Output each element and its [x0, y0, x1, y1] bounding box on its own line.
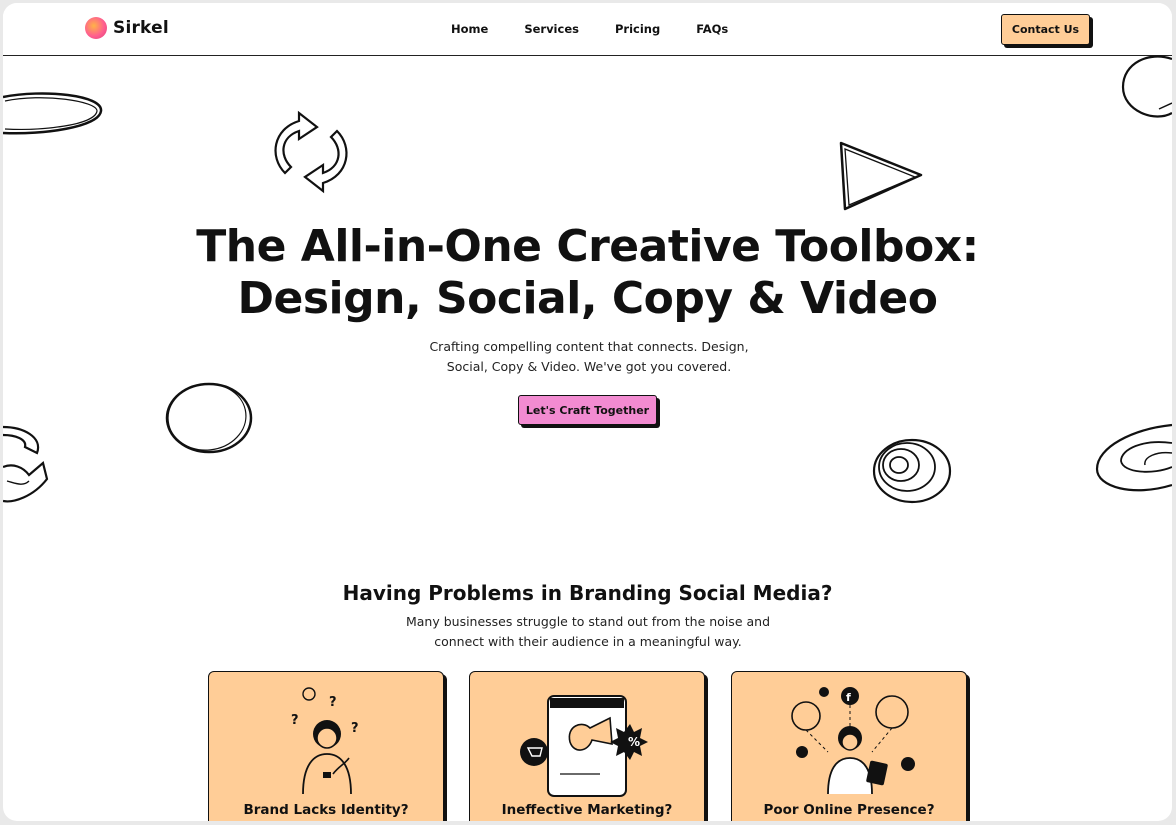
confused-person-illustration: ? ? ? [209, 682, 443, 797]
nav-pricing[interactable]: Pricing [615, 22, 660, 36]
contact-us-button[interactable]: Contact Us [1001, 14, 1090, 45]
problem-card[interactable]: f Poor Online Presence? [731, 671, 967, 821]
spiral-doodle-icon [869, 435, 955, 507]
nav-faqs[interactable]: FAQs [696, 22, 728, 36]
svg-text:?: ? [351, 721, 359, 736]
hero-title-line2: Design, Social, Copy & Video [237, 273, 938, 324]
svg-text:f: f [846, 691, 851, 704]
problem-card[interactable]: ? ? ? Brand Lacks Identity? [208, 671, 444, 821]
megaphone-illustration: % [470, 682, 704, 797]
problem-card[interactable]: % Ineffective Marketing? [469, 671, 705, 821]
hero-title-line1: The All-in-One Creative Toolbox: [196, 221, 979, 272]
circle-doodle-icon [163, 379, 255, 457]
svg-text:?: ? [291, 713, 299, 728]
svg-text:?: ? [329, 695, 337, 710]
hero-title: The All-in-One Creative Toolbox: Design,… [3, 221, 1172, 325]
nav-home[interactable]: Home [451, 22, 488, 36]
nav-services[interactable]: Services [524, 22, 579, 36]
circle-doodle-icon [1119, 53, 1172, 123]
top-navbar: Sirkel Home Services Pricing FAQs Contac… [3, 3, 1172, 56]
problems-title: Having Problems in Branding Social Media… [342, 581, 833, 605]
page: Sirkel Home Services Pricing FAQs Contac… [3, 3, 1172, 821]
svg-text:%: % [628, 735, 640, 749]
card-title: Ineffective Marketing? [501, 802, 673, 818]
brand-logo[interactable]: Sirkel [85, 17, 169, 39]
card-title: Poor Online Presence? [763, 802, 935, 818]
logo-icon [85, 17, 107, 39]
card-title: Brand Lacks Identity? [243, 802, 409, 818]
social-network-illustration: f [732, 682, 966, 797]
main-nav: Home Services Pricing FAQs [451, 22, 728, 36]
refresh-doodle-icon [265, 109, 359, 197]
craft-together-button[interactable]: Let's Craft Together [518, 395, 657, 425]
problems-subtitle: Many businesses struggle to stand out fr… [405, 614, 771, 649]
play-doodle-icon [837, 139, 927, 215]
brand-name: Sirkel [113, 18, 169, 38]
hero-subtitle: Crafting compelling content that connect… [429, 339, 749, 374]
scribble-doodle-icon [1093, 415, 1172, 499]
arrow-doodle-icon [3, 423, 53, 507]
scribble-doodle-icon [3, 89, 107, 141]
